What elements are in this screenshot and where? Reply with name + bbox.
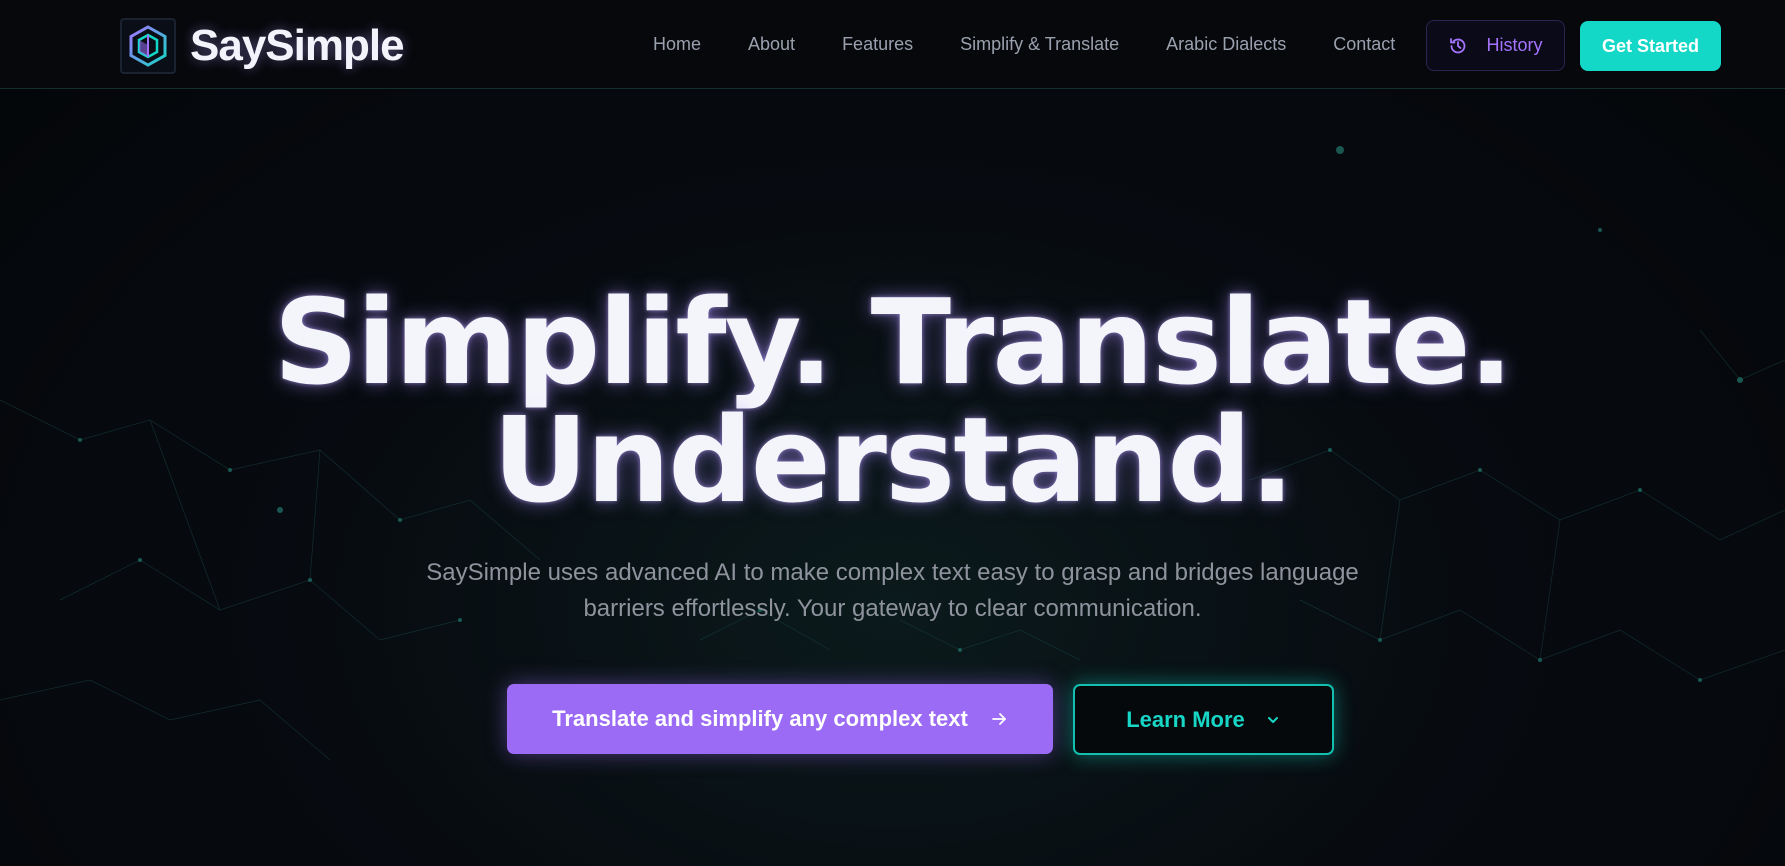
hero-subtitle-line2: barriers effortlessly. Your gateway to c… — [583, 595, 1202, 622]
hero-title-line2: Understand. — [492, 391, 1294, 529]
brand[interactable]: SaySimple — [120, 18, 405, 74]
translate-simplify-label: Translate and simplify any complex text — [552, 706, 968, 731]
learn-more-label: Learn More — [1126, 706, 1245, 732]
nav-link-about[interactable]: About — [748, 34, 795, 55]
nav-link-arabic-dialects[interactable]: Arabic Dialects — [1166, 34, 1286, 55]
translate-simplify-button[interactable]: Translate and simplify any complex text — [507, 684, 1053, 754]
history-clock-icon — [1448, 36, 1468, 56]
nav-link-contact[interactable]: Contact — [1333, 34, 1395, 55]
hero-subtitle-line1: SaySimple uses advanced AI to make compl… — [426, 559, 1359, 586]
navbar: SaySimple Home About Features Simplify &… — [0, 0, 1785, 89]
hexagon-cube-logo-icon — [120, 18, 176, 74]
chevron-down-icon — [1265, 712, 1281, 728]
history-label: History — [1486, 35, 1543, 55]
page: SaySimple Home About Features Simplify &… — [0, 0, 1785, 866]
hero-subtitle: SaySimple uses advanced AI to make compl… — [420, 555, 1365, 627]
arrow-right-icon — [990, 710, 1008, 728]
nav-links: Home About Features Simplify & Translate… — [653, 0, 1442, 89]
nav-link-features[interactable]: Features — [842, 34, 913, 55]
learn-more-button[interactable]: Learn More — [1073, 684, 1334, 755]
nav-link-simplify-translate[interactable]: Simplify & Translate — [960, 34, 1119, 55]
hero-title-line1: Simplify. Translate. — [273, 273, 1513, 411]
brand-name: SaySimple — [190, 21, 405, 70]
get-started-button[interactable]: Get Started — [1580, 21, 1721, 71]
nav-link-home[interactable]: Home — [653, 34, 701, 55]
history-button[interactable]: History — [1426, 20, 1565, 71]
